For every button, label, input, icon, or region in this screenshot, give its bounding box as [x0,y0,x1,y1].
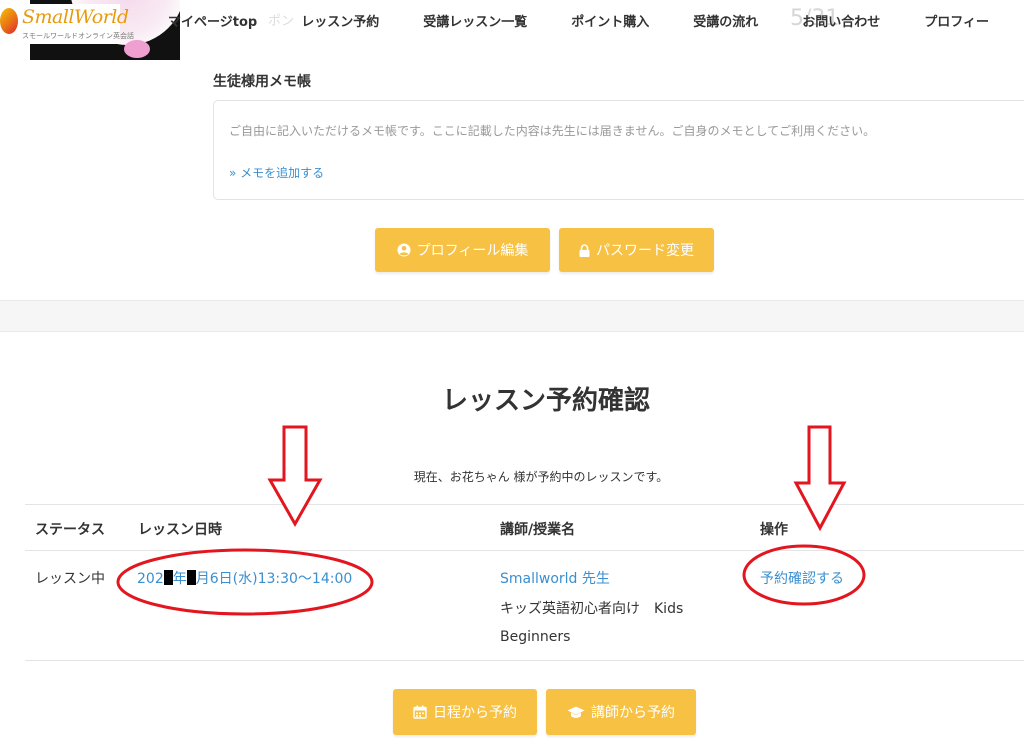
highlight-ellipse-confirm [742,544,866,606]
down-arrow-right [793,425,847,532]
highlight-ellipse-datetime [116,548,374,616]
down-arrow-left [267,425,323,528]
annotation-overlay [116,425,866,616]
